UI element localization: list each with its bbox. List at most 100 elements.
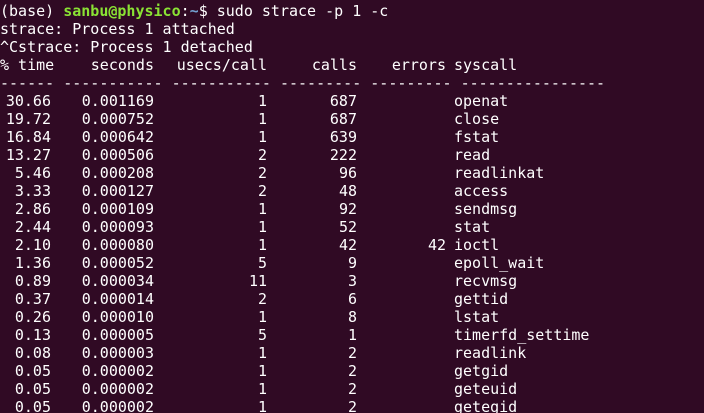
prompt-symbol: $: [198, 2, 217, 20]
cell-usecs: 2: [257, 182, 267, 200]
cell-time: 30.66: [5, 92, 51, 110]
header-errors: errors: [391, 56, 446, 74]
cell-syscall: access: [454, 182, 509, 200]
cell-calls: 2: [347, 344, 357, 362]
cell-calls: 6: [347, 290, 357, 308]
user-host: sanbu@physico: [63, 2, 181, 20]
cell-usecs: 1: [257, 308, 267, 326]
cell-seconds: 0.000005: [81, 326, 154, 344]
cell-syscall: sendmsg: [454, 200, 518, 218]
cell-syscall: read: [454, 146, 491, 164]
table-row: 5.46 0.000208 2 96 readlinkat: [0, 164, 704, 182]
cell-syscall: lstat: [454, 308, 500, 326]
cell-seconds: 0.000093: [81, 218, 154, 236]
header-usecs: usecs/call: [176, 56, 267, 74]
cell-calls: 687: [329, 92, 357, 110]
header-seconds: seconds: [90, 56, 154, 74]
cell-time: 0.89: [14, 272, 51, 290]
cell-time: 13.27: [5, 146, 51, 164]
cell-syscall: timerfd_settime: [454, 326, 590, 344]
cell-seconds: 0.000752: [81, 110, 154, 128]
cell-time: 16.84: [5, 128, 51, 146]
cell-seconds: 0.000109: [81, 200, 154, 218]
cell-calls: 2: [347, 380, 357, 398]
cell-calls: 48: [338, 182, 357, 200]
cell-seconds: 0.000002: [81, 362, 154, 380]
table-header: % time seconds usecs/call calls errors syscal…: [0, 56, 704, 74]
cell-syscall: readlink: [454, 344, 527, 362]
cell-seconds: 0.000080: [81, 236, 154, 254]
header-syscall: syscall: [454, 56, 518, 74]
prompt-separator: :: [180, 2, 190, 20]
table-row: 0.13 0.000005 5 1 timerfd_settime: [0, 326, 704, 344]
cell-time: 0.26: [14, 308, 51, 326]
cell-syscall: openat: [454, 92, 509, 110]
table-row: 0.05 0.000002 1 2 getegid: [0, 398, 704, 413]
cell-usecs: 1: [257, 236, 267, 254]
table-row: 30.66 0.001169 1 687 openat: [0, 92, 704, 110]
cell-time: 2.44: [14, 218, 51, 236]
detached-message: ^Cstrace: Process 1 detached: [0, 38, 253, 56]
cell-seconds: 0.000002: [81, 398, 154, 413]
cell-seconds: 0.001169: [81, 92, 154, 110]
cell-seconds: 0.000010: [81, 308, 154, 326]
table-body: 30.66 0.001169 1 687 openat 19.72 0.000752 1 687…: [0, 92, 704, 413]
cell-time: 0.05: [14, 398, 51, 413]
cell-time: 0.08: [14, 344, 51, 362]
cell-seconds: 0.000208: [81, 164, 154, 182]
cell-syscall: ioctl: [454, 236, 500, 254]
cell-usecs: 2: [257, 146, 267, 164]
cell-usecs: 11: [248, 272, 267, 290]
cell-seconds: 0.000642: [81, 128, 154, 146]
cell-seconds: 0.000014: [81, 290, 154, 308]
table-row: 0.05 0.000002 1 2 getgid: [0, 362, 704, 380]
cell-seconds: 0.000003: [81, 344, 154, 362]
table-row: 16.84 0.000642 1 639 fstat: [0, 128, 704, 146]
cell-calls: 2: [347, 362, 357, 380]
cell-usecs: 1: [257, 362, 267, 380]
cell-time: 0.05: [14, 362, 51, 380]
cell-usecs: 1: [257, 200, 267, 218]
cell-syscall: gettid: [454, 290, 509, 308]
cell-usecs: 2: [257, 290, 267, 308]
cell-errors: 42: [427, 236, 446, 254]
table-row: 13.27 0.000506 2 222 read: [0, 146, 704, 164]
conda-env: (base): [0, 2, 64, 20]
table-separator: ------ ----------- ----------- ---------…: [0, 74, 606, 92]
cell-time: 0.37: [14, 290, 51, 308]
cell-calls: 42: [338, 236, 357, 254]
cell-usecs: 1: [257, 344, 267, 362]
cell-time: 2.10: [14, 236, 51, 254]
cell-calls: 9: [347, 254, 357, 272]
cell-usecs: 5: [257, 254, 267, 272]
cell-calls: 3: [347, 272, 357, 290]
cell-calls: 639: [329, 128, 357, 146]
cell-usecs: 5: [257, 326, 267, 344]
command-text: sudo strace -p 1 -c: [216, 2, 389, 20]
header-time: % time: [0, 56, 55, 74]
cell-syscall: geteuid: [454, 380, 518, 398]
cell-calls: 8: [347, 308, 357, 326]
cell-seconds: 0.000052: [81, 254, 154, 272]
cell-time: 1.36: [14, 254, 51, 272]
table-row: 2.10 0.000080 1 42 42 ioctl: [0, 236, 704, 254]
current-path: ~: [189, 2, 199, 20]
header-calls: calls: [311, 56, 357, 74]
cell-calls: 222: [329, 146, 357, 164]
cell-calls: 2: [347, 398, 357, 413]
cell-usecs: 1: [257, 128, 267, 146]
table-row: 19.72 0.000752 1 687 close: [0, 110, 704, 128]
cell-time: 2.86: [14, 200, 51, 218]
table-row: 1.36 0.000052 5 9 epoll_wait: [0, 254, 704, 272]
cell-syscall: getegid: [454, 398, 518, 413]
terminal-output[interactable]: (base) sanbu@physico:~$ sudo strace -p 1…: [0, 2, 704, 413]
cell-calls: 92: [338, 200, 357, 218]
cell-usecs: 1: [257, 380, 267, 398]
cell-time: 5.46: [14, 164, 51, 182]
cell-syscall: epoll_wait: [454, 254, 545, 272]
cell-seconds: 0.000034: [81, 272, 154, 290]
cell-syscall: readlinkat: [454, 164, 545, 182]
cell-usecs: 1: [257, 92, 267, 110]
table-row: 0.89 0.000034 11 3 recvmsg: [0, 272, 704, 290]
cell-time: 19.72: [5, 110, 51, 128]
